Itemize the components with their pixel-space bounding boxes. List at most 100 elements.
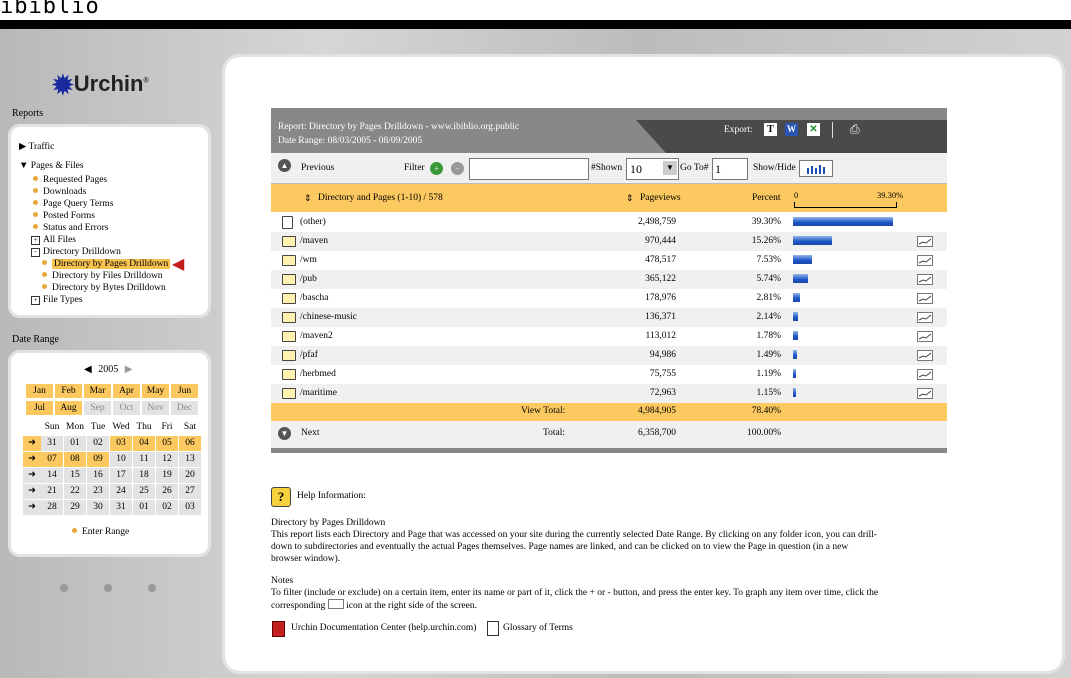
select-week-icon[interactable]: ➜ (23, 452, 41, 467)
glossary-link[interactable]: Glossary of Terms (503, 622, 573, 634)
export-text-icon[interactable]: T (764, 123, 777, 136)
select-week-icon[interactable]: ➜ (23, 500, 41, 515)
row-name[interactable]: /chinese-music (300, 312, 357, 322)
month-apr[interactable]: Apr (113, 384, 140, 398)
graph-icon[interactable] (917, 388, 933, 399)
col-pageviews-header[interactable]: Pageviews (640, 193, 681, 203)
calendar-day[interactable]: 02 (87, 436, 109, 451)
select-week-icon[interactable]: ➜ (23, 436, 41, 451)
row-name[interactable]: /maritime (300, 388, 337, 398)
calendar-day[interactable]: 28 (41, 500, 63, 515)
calendar-day[interactable]: 09 (87, 452, 109, 467)
nav-file-types[interactable]: + File Types (31, 294, 83, 306)
nav-dir-pages-drilldown[interactable]: Directory by Pages Drilldown (42, 258, 171, 270)
goto-input[interactable]: 1 (712, 158, 748, 180)
col-percent-header[interactable]: Percent (752, 193, 781, 203)
month-mar[interactable]: Mar (84, 384, 111, 398)
calendar-day[interactable]: 16 (87, 468, 109, 483)
calendar-day[interactable]: 10 (110, 452, 132, 467)
month-jul[interactable]: Jul (26, 401, 53, 415)
enter-range-link[interactable]: Enter Range (72, 526, 129, 538)
sort-icon[interactable]: ⇕ (304, 193, 312, 204)
calendar-day[interactable]: 23 (87, 484, 109, 499)
nav-dir-files-drilldown[interactable]: Directory by Files Drilldown (42, 270, 163, 282)
graph-icon[interactable] (917, 350, 933, 361)
calendar-day[interactable]: 14 (41, 468, 63, 483)
previous-icon[interactable]: ▲ (278, 159, 291, 172)
graph-icon[interactable] (917, 331, 933, 342)
calendar-day[interactable]: 07 (41, 452, 63, 467)
calendar-day[interactable]: 15 (64, 468, 86, 483)
row-name[interactable]: /wm (300, 255, 317, 265)
next-link[interactable]: Next (301, 428, 319, 438)
filter-include-icon[interactable]: + (430, 162, 443, 175)
graph-icon[interactable] (917, 312, 933, 323)
calendar-day[interactable]: 08 (64, 452, 86, 467)
calendar-day[interactable]: 03 (110, 436, 132, 451)
collapse-icon[interactable]: − (31, 248, 40, 257)
nav-dir-bytes-drilldown[interactable]: Directory by Bytes Drilldown (42, 282, 166, 294)
folder-icon[interactable] (282, 255, 296, 266)
next-year-icon[interactable]: ▶ (125, 364, 133, 375)
nav-directory-drilldown[interactable]: − Directory Drilldown (31, 246, 121, 258)
calendar-day[interactable]: 21 (41, 484, 63, 499)
calendar-day[interactable]: 18 (133, 468, 155, 483)
shown-select[interactable]: 10 ▼ (626, 158, 679, 180)
documentation-link[interactable]: Urchin Documentation Center (help.urchin… (291, 622, 476, 634)
month-sep[interactable]: Sep (84, 401, 111, 415)
folder-icon[interactable] (282, 350, 296, 361)
folder-icon[interactable] (282, 274, 296, 285)
month-jan[interactable]: Jan (26, 384, 53, 398)
month-may[interactable]: May (142, 384, 169, 398)
prev-year-icon[interactable]: ◀ (84, 364, 92, 375)
sort-icon[interactable]: ⇕ (626, 193, 634, 204)
month-feb[interactable]: Feb (55, 384, 82, 398)
folder-icon[interactable] (282, 388, 296, 399)
row-name[interactable]: /bascha (300, 293, 329, 303)
calendar-day[interactable]: 05 (156, 436, 178, 451)
nav-all-files[interactable]: + All Files (31, 234, 76, 246)
calendar-day[interactable]: 27 (179, 484, 201, 499)
calendar-day[interactable]: 24 (110, 484, 132, 499)
month-oct[interactable]: Oct (113, 401, 140, 415)
nav-pages-files[interactable]: ▼ Pages & Files (19, 160, 84, 172)
document-icon[interactable] (282, 216, 293, 229)
row-name[interactable]: /maven2 (300, 331, 333, 341)
folder-icon[interactable] (282, 293, 296, 304)
graph-icon[interactable] (917, 369, 933, 380)
calendar-day[interactable]: 03 (179, 500, 201, 515)
folder-icon[interactable] (282, 236, 296, 247)
export-excel-icon[interactable]: ✕ (807, 123, 820, 136)
graph-icon[interactable] (917, 293, 933, 304)
graph-icon[interactable] (917, 274, 933, 285)
calendar-day[interactable]: 30 (87, 500, 109, 515)
folder-icon[interactable] (282, 331, 296, 342)
nav-page-query-terms[interactable]: Page Query Terms (33, 198, 113, 210)
col-directory-header[interactable]: Directory and Pages (1-10) / 578 (318, 193, 443, 203)
nav-posted-forms[interactable]: Posted Forms (33, 210, 95, 222)
calendar-day[interactable]: 13 (179, 452, 201, 467)
select-week-icon[interactable]: ➜ (23, 468, 41, 483)
month-nov[interactable]: Nov (142, 401, 169, 415)
nav-downloads[interactable]: Downloads (33, 186, 86, 198)
graph-icon[interactable] (917, 236, 933, 247)
calendar-day[interactable]: 31 (41, 436, 63, 451)
nav-requested-pages[interactable]: Requested Pages (33, 174, 107, 186)
calendar-day[interactable]: 25 (133, 484, 155, 499)
calendar-day[interactable]: 31 (110, 500, 132, 515)
next-icon[interactable]: ▼ (278, 427, 291, 440)
nav-traffic[interactable]: ▶ Traffic (19, 141, 54, 153)
month-dec[interactable]: Dec (171, 401, 198, 415)
calendar-day[interactable]: 04 (133, 436, 155, 451)
calendar-day[interactable]: 12 (156, 452, 178, 467)
calendar-day[interactable]: 01 (133, 500, 155, 515)
row-name[interactable]: /pfaf (300, 350, 318, 360)
dropdown-arrow-icon[interactable]: ▼ (663, 161, 677, 175)
calendar-day[interactable]: 19 (156, 468, 178, 483)
calendar-day[interactable]: 06 (179, 436, 201, 451)
export-word-icon[interactable]: W (785, 123, 798, 136)
folder-icon[interactable] (282, 369, 296, 380)
print-icon[interactable]: ⎙ (850, 122, 860, 137)
select-week-icon[interactable]: ➜ (23, 484, 41, 499)
month-aug[interactable]: Aug (55, 401, 82, 415)
